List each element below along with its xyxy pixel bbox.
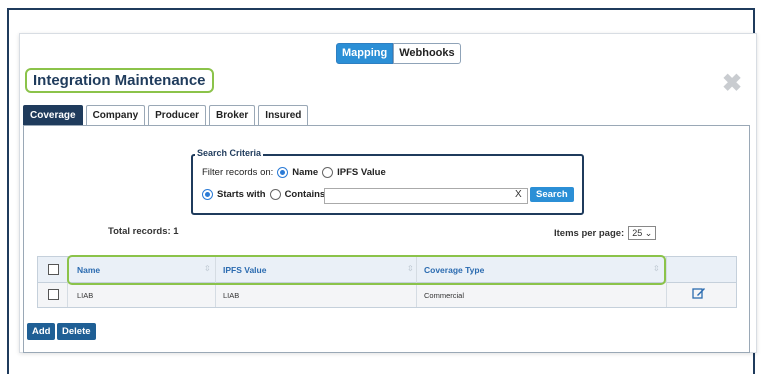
clear-search-icon[interactable]: X — [515, 189, 522, 200]
search-input[interactable] — [324, 188, 528, 204]
filter-name-radio[interactable] — [277, 167, 289, 178]
table-row: LIAB LIAB Commercial — [38, 283, 736, 307]
starts-with-label[interactable]: Starts with — [217, 189, 266, 200]
tab-company[interactable]: Company — [85, 105, 146, 126]
cell-ipfs-value: LIAB — [223, 291, 240, 300]
tab-broker[interactable]: Broker — [209, 105, 256, 126]
page-title: Integration Maintenance — [25, 68, 214, 93]
match-row: Starts with Contains — [202, 189, 325, 200]
total-records: Total records: 1 — [108, 226, 179, 237]
search-button[interactable]: Search — [530, 187, 574, 202]
select-all-checkbox[interactable] — [48, 264, 59, 275]
search-criteria-box — [191, 154, 584, 215]
mapping-toggle-button[interactable]: Mapping — [336, 43, 394, 64]
cell-name: LIAB — [77, 291, 94, 300]
edit-icon[interactable] — [692, 287, 706, 299]
tab-coverage[interactable]: Coverage — [23, 105, 83, 126]
filter-name-label[interactable]: Name — [292, 167, 318, 178]
webhooks-toggle-button[interactable]: Webhooks — [393, 43, 461, 64]
filter-ipfs-radio[interactable] — [322, 167, 334, 178]
search-criteria-legend: Search Criteria — [195, 148, 264, 158]
view-toggle: Mapping Webhooks — [336, 43, 461, 64]
items-per-page-value: 25 — [632, 228, 643, 238]
contains-radio[interactable] — [269, 189, 281, 200]
tab-producer[interactable]: Producer — [148, 105, 207, 126]
filter-ipfs-label[interactable]: IPFS Value — [337, 167, 386, 178]
column-divider — [666, 257, 667, 307]
items-per-page-select[interactable]: 25 ⌄ — [628, 226, 657, 240]
starts-with-radio[interactable] — [202, 189, 213, 200]
filter-row: Filter records on: Name IPFS Value — [202, 167, 386, 178]
row-checkbox[interactable] — [48, 289, 59, 300]
add-button[interactable]: Add — [27, 323, 56, 340]
items-per-page: Items per page: 25 ⌄ — [554, 226, 657, 240]
tab-insured[interactable]: Insured — [258, 105, 309, 126]
contains-label[interactable]: Contains — [285, 189, 326, 200]
delete-button[interactable]: Delete — [57, 323, 96, 340]
items-per-page-label: Items per page: — [554, 227, 625, 239]
header-highlight — [67, 255, 666, 285]
filter-label: Filter records on: — [202, 167, 274, 178]
close-icon[interactable]: ✖ — [722, 72, 742, 96]
tab-bar: Coverage Company Producer Broker Insured — [23, 105, 309, 126]
cell-coverage-type: Commercial — [424, 291, 465, 300]
